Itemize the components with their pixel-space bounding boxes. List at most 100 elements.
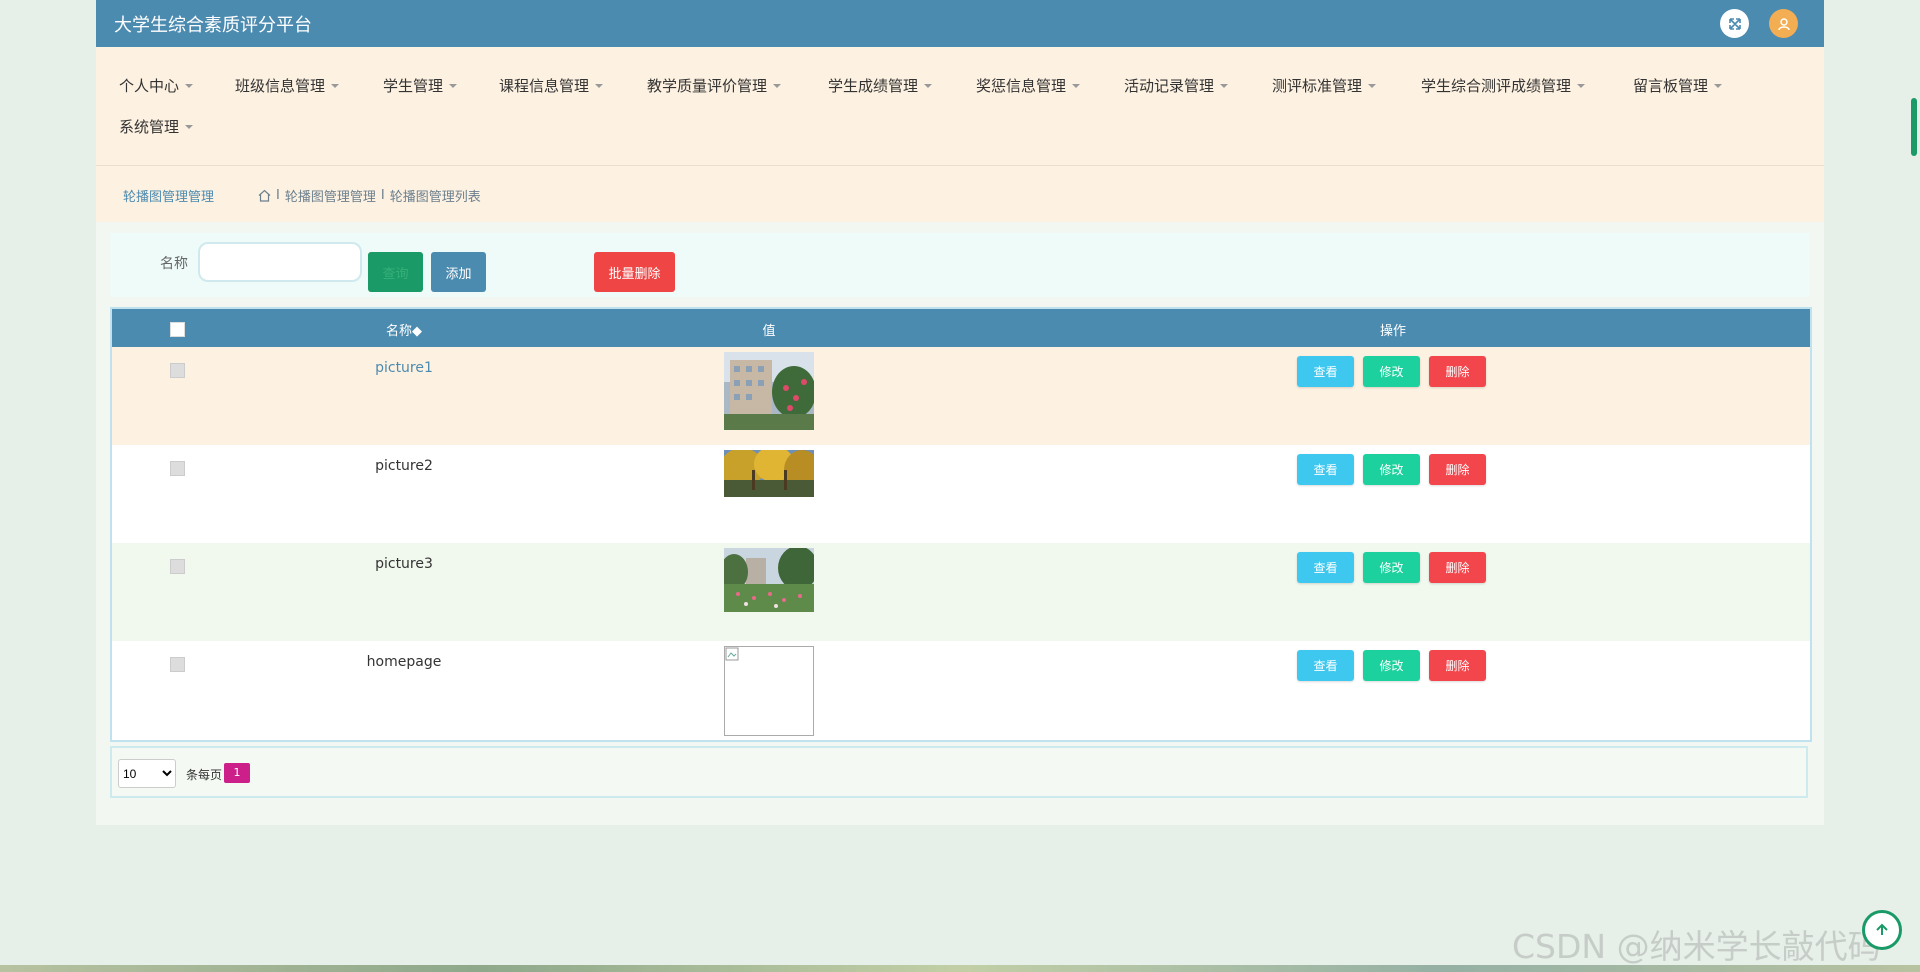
menu-label: 个人中心 (119, 77, 180, 95)
delete-button[interactable]: 删除 (1429, 552, 1486, 583)
name-label: 名称 (160, 256, 188, 272)
search-button[interactable]: 查询 (368, 252, 423, 292)
menu-item-grades[interactable]: 学生成绩管理 (828, 75, 933, 96)
column-header-operations: 操作 (1379, 324, 1407, 339)
row-checkbox[interactable] (170, 461, 185, 476)
breadcrumb-bar: 轮播图管理管理 I 轮播图管理管理 I 轮播图管理列表 (96, 166, 1824, 222)
delete-button[interactable]: 删除 (1429, 650, 1486, 681)
table-row: picture1 查看 修改 删除 (112, 347, 1810, 445)
view-button[interactable]: 查看 (1297, 454, 1354, 485)
menu-label: 活动记录管理 (1124, 77, 1215, 95)
row-actions: 查看 修改 删除 (1297, 356, 1486, 387)
caret-down-icon (1577, 83, 1586, 88)
view-button[interactable]: 查看 (1297, 356, 1354, 387)
breadcrumb: I 轮播图管理管理 I 轮播图管理列表 (258, 186, 481, 205)
broken-image (724, 646, 814, 736)
table-row: picture3 查看 修改 删除 (112, 543, 1810, 641)
caret-down-icon (185, 124, 194, 129)
page-title: 轮播图管理管理 (123, 190, 215, 205)
menu-item-rewards[interactable]: 奖惩信息管理 (976, 75, 1081, 96)
edit-button[interactable]: 修改 (1363, 552, 1420, 583)
menu-item-students[interactable]: 学生管理 (383, 75, 458, 96)
menu-label: 教学质量评价管理 (647, 77, 768, 95)
caret-down-icon (449, 83, 458, 88)
row-actions: 查看 修改 删除 (1297, 552, 1486, 583)
main-menu: 个人中心 班级信息管理 学生管理 课程信息管理 教学质量评价管理 学生成绩管理 … (96, 47, 1824, 166)
caret-down-icon (185, 83, 194, 88)
caret-down-icon (773, 83, 782, 88)
pagination: 10 条每页 1 (110, 746, 1808, 798)
delete-button[interactable]: 删除 (1429, 356, 1486, 387)
page-number-button[interactable]: 1 (224, 763, 250, 783)
menu-label: 学生成绩管理 (828, 77, 919, 95)
edit-button[interactable]: 修改 (1363, 454, 1420, 485)
row-name: picture2 (375, 458, 433, 474)
table-row: homepage 查看 修改 删除 (112, 641, 1810, 739)
user-icon (1777, 17, 1790, 30)
breadcrumb-parent[interactable]: 轮播图管理管理 (285, 186, 376, 205)
delete-button[interactable]: 删除 (1429, 454, 1486, 485)
menu-item-evaluation-standards[interactable]: 测评标准管理 (1272, 75, 1377, 96)
table-header: 名称◆ 值 操作 (112, 309, 1810, 347)
breadcrumb-separator: I (276, 188, 280, 203)
view-button[interactable]: 查看 (1297, 552, 1354, 583)
back-to-top-button[interactable] (1862, 910, 1902, 950)
search-bar: 名称 查询 添加 批量删除 (110, 233, 1810, 297)
row-checkbox[interactable] (170, 363, 185, 378)
page-size-select[interactable]: 10 (118, 759, 176, 788)
column-header-name[interactable]: 名称◆ (386, 320, 422, 339)
add-button[interactable]: 添加 (431, 252, 486, 292)
fullscreen-button[interactable] (1720, 9, 1749, 38)
menu-item-system[interactable]: 系统管理 (119, 116, 194, 137)
menu-label: 奖惩信息管理 (976, 77, 1067, 95)
row-image (724, 352, 814, 430)
caret-down-icon (331, 83, 340, 88)
caret-down-icon (1368, 83, 1377, 88)
home-icon[interactable] (258, 189, 271, 202)
per-page-label: 条每页 (186, 768, 223, 782)
row-checkbox[interactable] (170, 559, 185, 574)
row-image (724, 450, 814, 497)
scrollbar-thumb[interactable] (1911, 98, 1917, 156)
view-button[interactable]: 查看 (1297, 650, 1354, 681)
menu-item-teaching-evaluation[interactable]: 教学质量评价管理 (647, 75, 782, 96)
column-header-value: 值 (762, 324, 776, 339)
menu-label: 留言板管理 (1633, 77, 1709, 95)
row-name: homepage (366, 654, 442, 670)
row-name: picture1 (375, 360, 433, 376)
edit-button[interactable]: 修改 (1363, 356, 1420, 387)
taskbar (0, 965, 1920, 972)
menu-label: 课程信息管理 (499, 77, 590, 95)
menu-label: 学生管理 (383, 77, 444, 95)
top-header: 大学生综合素质评分平台 (96, 0, 1824, 47)
user-avatar-button[interactable] (1769, 9, 1798, 38)
name-search-input[interactable] (198, 242, 362, 282)
menu-item-personal-center[interactable]: 个人中心 (119, 75, 194, 96)
app-title: 大学生综合素质评分平台 (114, 15, 312, 36)
row-name: picture3 (375, 556, 433, 572)
breadcrumb-separator: I (380, 188, 385, 203)
row-image (724, 548, 814, 612)
menu-item-comprehensive-scores[interactable]: 学生综合测评成绩管理 (1421, 75, 1586, 96)
select-all-checkbox[interactable] (170, 322, 185, 337)
data-table: 名称◆ 值 操作 picture1 查看 修改 删除 picture2 查看 修… (110, 307, 1812, 742)
menu-item-course-info[interactable]: 课程信息管理 (499, 75, 604, 96)
batch-delete-button[interactable]: 批量删除 (594, 252, 675, 292)
caret-down-icon (924, 83, 933, 88)
breadcrumb-current: 轮播图管理列表 (389, 190, 481, 205)
edit-button[interactable]: 修改 (1363, 650, 1420, 681)
menu-label: 系统管理 (119, 118, 180, 136)
broken-image-icon (725, 647, 739, 661)
table-row: picture2 查看 修改 删除 (112, 445, 1810, 543)
menu-item-class-info[interactable]: 班级信息管理 (235, 75, 340, 96)
row-checkbox[interactable] (170, 657, 185, 672)
watermark: CSDN @纳米学长敲代码 (1512, 927, 1881, 966)
menu-item-activity-records[interactable]: 活动记录管理 (1124, 75, 1229, 96)
menu-label: 班级信息管理 (235, 77, 326, 95)
menu-label: 测评标准管理 (1272, 77, 1363, 95)
caret-down-icon (1220, 83, 1229, 88)
row-actions: 查看 修改 删除 (1297, 650, 1486, 681)
caret-down-icon (1714, 83, 1723, 88)
menu-label: 学生综合测评成绩管理 (1421, 77, 1572, 95)
menu-item-message-board[interactable]: 留言板管理 (1633, 75, 1723, 96)
